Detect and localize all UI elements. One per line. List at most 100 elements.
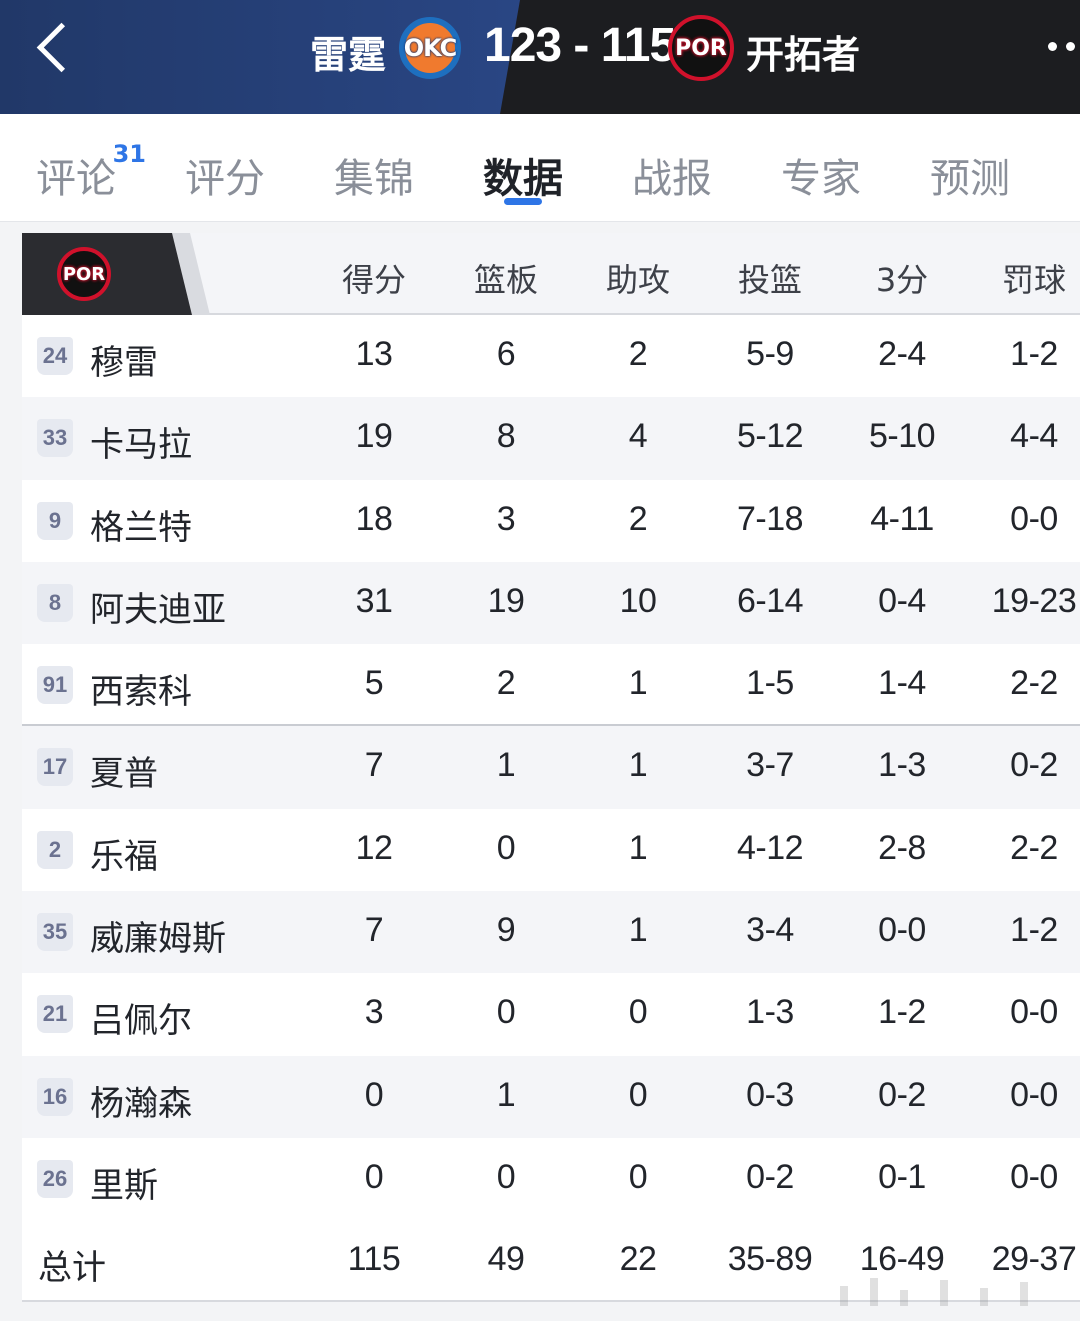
stat-three-pointers: 0-1 — [878, 1157, 926, 1196]
stat-rebounds: 19 — [487, 581, 525, 620]
stat-field-goals: 5-12 — [736, 417, 804, 456]
stat-field-goals: 6-14 — [736, 581, 804, 620]
stat-field-goals: 0-3 — [746, 1075, 794, 1114]
col-header-points[interactable]: 得分 — [314, 255, 434, 301]
stat-free-throws: 0-2 — [1010, 746, 1058, 785]
player-row[interactable]: 16 杨瀚森 0 1 0 0-3 0-2 0-0 — [22, 1055, 1080, 1138]
away-team-name[interactable]: 开拓者 — [746, 24, 860, 79]
total-field-goals: 35-89 — [727, 1240, 813, 1279]
player-name[interactable]: 威廉姆斯 — [90, 911, 226, 960]
total-assists: 22 — [619, 1240, 657, 1279]
active-tab-indicator — [504, 198, 542, 205]
jersey-number: 26 — [37, 1159, 73, 1198]
tab-stats[interactable]: 数据 — [483, 146, 563, 204]
player-name[interactable]: 吕佩尔 — [90, 993, 192, 1042]
stat-points: 18 — [355, 499, 393, 538]
home-team-band — [0, 0, 520, 114]
back-button[interactable] — [30, 18, 76, 78]
stat-field-goals: 7-18 — [736, 499, 804, 538]
player-name[interactable]: 里斯 — [90, 1158, 158, 1207]
stat-rebounds: 0 — [496, 828, 516, 867]
player-row[interactable]: 35 威廉姆斯 7 9 1 3-4 0-0 1-2 — [22, 891, 1080, 974]
stat-assists: 4 — [628, 417, 648, 456]
stat-rebounds: 8 — [496, 417, 516, 456]
stat-free-throws: 0-0 — [1010, 1075, 1058, 1114]
box-score-table: POR 得分 篮板 助攻 投篮 3分 罚球 24 穆雷 13 6 2 5-9 2-4 1-2 3… — [22, 233, 1080, 1303]
col-header-assists[interactable]: 助攻 — [578, 255, 698, 301]
por-logo-icon[interactable]: POR — [57, 247, 111, 301]
stat-points: 7 — [364, 911, 384, 950]
stat-free-throws: 0-0 — [1010, 1157, 1058, 1196]
player-row[interactable]: 17 夏普 7 1 1 3-7 1-3 0-2 — [22, 726, 1080, 809]
player-name[interactable]: 杨瀚森 — [90, 1076, 192, 1125]
more-options-icon[interactable] — [1044, 42, 1080, 56]
stat-assists: 10 — [619, 581, 657, 620]
stat-free-throws: 0-0 — [1010, 499, 1058, 538]
por-logo-icon[interactable]: POR — [668, 15, 734, 81]
player-rows: 24 穆雷 13 6 2 5-9 2-4 1-2 33 卡马拉 19 8 4 5-12 5-10 4-4 9 格兰… — [22, 315, 1080, 1220]
okc-logo-icon[interactable]: OKC — [399, 17, 461, 79]
tab-experts[interactable]: 专家 — [781, 146, 861, 204]
stat-rebounds: 1 — [496, 1075, 516, 1114]
player-name[interactable]: 乐福 — [90, 829, 158, 878]
tab-comments[interactable]: 评论 31 — [36, 140, 146, 204]
stat-free-throws: 1-2 — [1010, 911, 1058, 950]
player-row[interactable]: 91 西索科 5 2 1 1-5 1-4 2-2 — [22, 644, 1080, 727]
jersey-number: 35 — [37, 913, 73, 952]
home-team-name[interactable]: 雷霆 — [310, 24, 386, 79]
stat-field-goals: 5-9 — [746, 335, 794, 373]
player-row[interactable]: 2 乐福 12 0 1 4-12 2-8 2-2 — [22, 809, 1080, 891]
player-name[interactable]: 夏普 — [90, 746, 158, 795]
stat-free-throws: 2-2 — [1010, 828, 1058, 867]
jersey-number: 9 — [37, 501, 73, 540]
tab-recap[interactable]: 战报 — [632, 146, 712, 204]
player-row[interactable]: 8 阿夫迪亚 31 19 10 6-14 0-4 19-23 — [22, 561, 1080, 645]
player-name[interactable]: 卡马拉 — [90, 417, 192, 466]
player-row[interactable]: 24 穆雷 13 6 2 5-9 2-4 1-2 — [22, 315, 1080, 397]
stat-three-pointers: 1-2 — [878, 993, 926, 1032]
player-name[interactable]: 穆雷 — [90, 335, 158, 384]
stat-points: 19 — [355, 417, 393, 456]
stat-free-throws: 19-23 — [991, 581, 1077, 620]
player-row[interactable]: 21 吕佩尔 3 0 0 1-3 1-2 0-0 — [22, 973, 1080, 1055]
stat-assists: 2 — [628, 335, 648, 373]
jersey-number: 24 — [37, 337, 73, 375]
stat-rebounds: 9 — [496, 911, 516, 950]
col-header-field-goals[interactable]: 投篮 — [710, 255, 830, 301]
col-header-rebounds[interactable]: 篮板 — [446, 255, 566, 301]
stat-rebounds: 6 — [496, 335, 516, 373]
col-header-free-throws[interactable]: 罚球 — [974, 255, 1080, 301]
stat-rebounds: 0 — [496, 1157, 516, 1196]
stat-field-goals: 0-2 — [746, 1157, 794, 1196]
tab-highlights[interactable]: 集锦 — [334, 146, 414, 204]
tab-predictions[interactable]: 预测 — [930, 146, 1010, 204]
stat-free-throws: 0-0 — [1010, 993, 1058, 1032]
stat-assists: 1 — [628, 746, 648, 785]
stat-points: 0 — [364, 1157, 384, 1196]
watermark — [830, 1270, 1070, 1310]
player-name[interactable]: 格兰特 — [90, 500, 192, 549]
stat-points: 7 — [364, 746, 384, 785]
totals-label: 总计 — [38, 1248, 106, 1289]
stat-points: 3 — [364, 993, 384, 1032]
stat-assists: 1 — [628, 828, 648, 867]
stat-three-pointers: 1-3 — [878, 746, 926, 785]
stat-rebounds: 1 — [496, 746, 516, 785]
comment-count-badge: 31 — [112, 140, 146, 168]
player-row[interactable]: 33 卡马拉 19 8 4 5-12 5-10 4-4 — [22, 397, 1080, 480]
player-row[interactable]: 26 里斯 0 0 0 0-2 0-1 0-0 — [22, 1138, 1080, 1220]
stat-rebounds: 0 — [496, 993, 516, 1032]
game-header: 雷霆 OKC 123 - 115 POR 开拓者 — [0, 0, 1080, 114]
stat-rebounds: 2 — [496, 664, 516, 703]
tab-ratings[interactable]: 评分 — [185, 146, 265, 204]
stat-points: 0 — [364, 1075, 384, 1114]
jersey-number: 16 — [37, 1077, 73, 1116]
player-row[interactable]: 9 格兰特 18 3 2 7-18 4-11 0-0 — [22, 480, 1080, 562]
col-header-three-pointers[interactable]: 3分 — [842, 255, 962, 301]
stat-field-goals: 1-5 — [746, 664, 794, 703]
player-name[interactable]: 西索科 — [90, 664, 192, 713]
stat-field-goals: 1-3 — [746, 993, 794, 1032]
stat-three-pointers: 2-8 — [878, 828, 926, 867]
player-name[interactable]: 阿夫迪亚 — [90, 582, 226, 631]
jersey-number: 33 — [37, 419, 73, 458]
